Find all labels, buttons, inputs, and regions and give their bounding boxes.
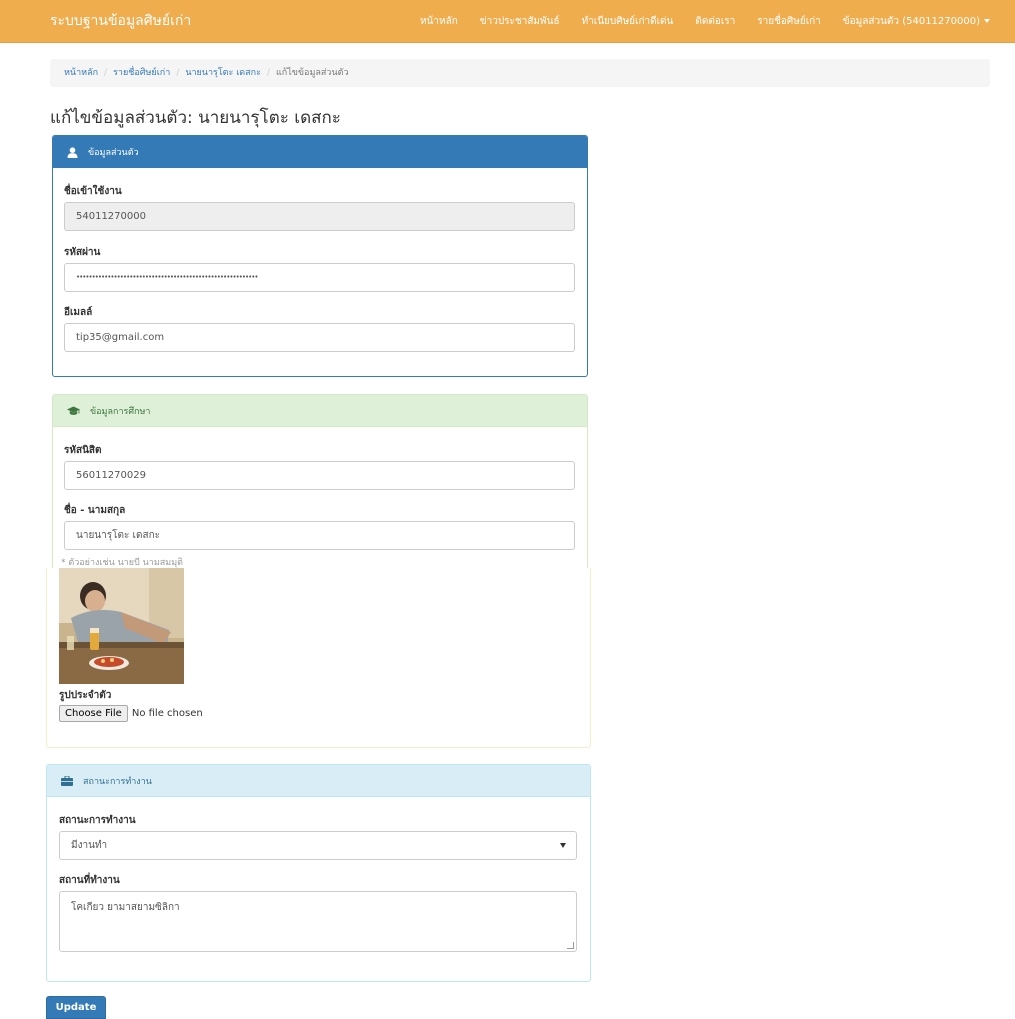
photo-file-input[interactable]: Choose File No file chosen xyxy=(59,705,203,722)
page-title: แก้ไขข้อมูลส่วนตัว: นายนารุโตะ เดสกะ xyxy=(50,108,341,128)
workplace-textarea[interactable]: โคเกียว ยามาสยามซิลิกา xyxy=(59,891,577,952)
breadcrumb: หน้าหลัก / รายชื่อศิษย์เก่า / นายนารุโตะ เดส… xyxy=(50,59,990,87)
fullname-help-text: * ตัวอย่างเช่น นายบี นามสมมุติ xyxy=(61,558,183,568)
user-icon xyxy=(67,146,78,158)
work-status-title: สถานะการทำงาน xyxy=(83,776,152,787)
work-status-selected: มีงานทำ xyxy=(71,840,108,851)
breadcrumb-separator: / xyxy=(104,68,108,78)
education-heading: ข้อมูลการศึกษา xyxy=(53,395,587,427)
education-title: ข้อมูลการศึกษา xyxy=(90,406,151,417)
student-id-field[interactable]: 56011270029 xyxy=(64,461,575,490)
nav-link-hall-of-fame[interactable]: ทำเนียบศิษย์เก่าดีเด่น xyxy=(582,14,674,29)
personal-info-heading: ข้อมูลส่วนตัว xyxy=(53,136,587,168)
breadcrumb-separator: / xyxy=(266,68,270,78)
email-label: อีเมลล์ xyxy=(64,307,93,318)
fullname-field[interactable]: นายนารุโตะ เดสกะ xyxy=(64,521,575,550)
fullname-label: ชื่อ - นามสกุล xyxy=(64,505,126,516)
work-status-label: สถานะการทำงาน xyxy=(59,815,136,826)
breadcrumb-alumni-list[interactable]: รายชื่อศิษย์เก่า xyxy=(113,68,170,78)
nav-menu: หน้าหลัก ข่าวประชาสัมพันธ์ ทำเนียบศิษย์เ… xyxy=(398,0,990,42)
profile-photo xyxy=(59,568,184,684)
nav-link-alumni-list[interactable]: รายชื่อศิษย์เก่า xyxy=(757,14,821,29)
username-field[interactable]: 54011270000 xyxy=(64,202,575,231)
resize-handle-icon[interactable] xyxy=(567,942,574,949)
brand-link[interactable]: ระบบฐานข้อมูลศิษย์เก่า xyxy=(50,10,191,32)
breadcrumb-home[interactable]: หน้าหลัก xyxy=(64,68,98,78)
select-arrow-icon xyxy=(560,843,566,848)
username-label: ชื่อเข้าใช้งาน xyxy=(64,186,122,197)
workplace-text: โคเกียว ยามาสยามซิลิกา xyxy=(71,902,180,913)
personal-info-title: ข้อมูลส่วนตัว xyxy=(88,148,139,158)
file-status-text: No file chosen xyxy=(131,708,203,719)
photo-label: รูปประจำตัว xyxy=(59,690,112,701)
nav-dropdown-profile-label: ข้อมูลส่วนตัว (54011270000) xyxy=(842,15,980,27)
password-field[interactable]: ••••••••••••••••••••••••••••••••••••••••… xyxy=(64,263,575,292)
breadcrumb-current: แก้ไขข้อมูลส่วนตัว xyxy=(275,68,349,78)
breadcrumb-separator: / xyxy=(176,68,180,78)
student-id-label: รหัสนิสิต xyxy=(64,445,102,456)
work-status-heading: สถานะการทำงาน xyxy=(47,765,590,797)
nav-dropdown-profile[interactable]: ข้อมูลส่วนตัว (54011270000) xyxy=(843,14,990,29)
briefcase-icon xyxy=(61,775,73,786)
password-label: รหัสผ่าน xyxy=(64,247,101,258)
nav-link-contact[interactable]: ติดต่อเรา xyxy=(695,14,735,29)
breadcrumb-person[interactable]: นายนารุโตะ เดสกะ xyxy=(185,68,261,78)
email-field[interactable]: tip35@gmail.com xyxy=(64,323,575,352)
choose-file-button[interactable]: Choose File xyxy=(59,705,128,722)
workplace-label: สถานที่ทำงาน xyxy=(59,875,120,886)
top-navbar: ระบบฐานข้อมูลศิษย์เก่า หน้าหลัก ข่าวประช… xyxy=(0,0,1015,43)
update-button[interactable]: Update xyxy=(46,996,106,1019)
work-status-select[interactable]: มีงานทำ xyxy=(59,831,577,860)
nav-link-news[interactable]: ข่าวประชาสัมพันธ์ xyxy=(480,14,560,29)
nav-link-home[interactable]: หน้าหลัก xyxy=(420,14,458,29)
caret-down-icon xyxy=(984,18,990,23)
graduation-cap-icon xyxy=(67,406,80,416)
